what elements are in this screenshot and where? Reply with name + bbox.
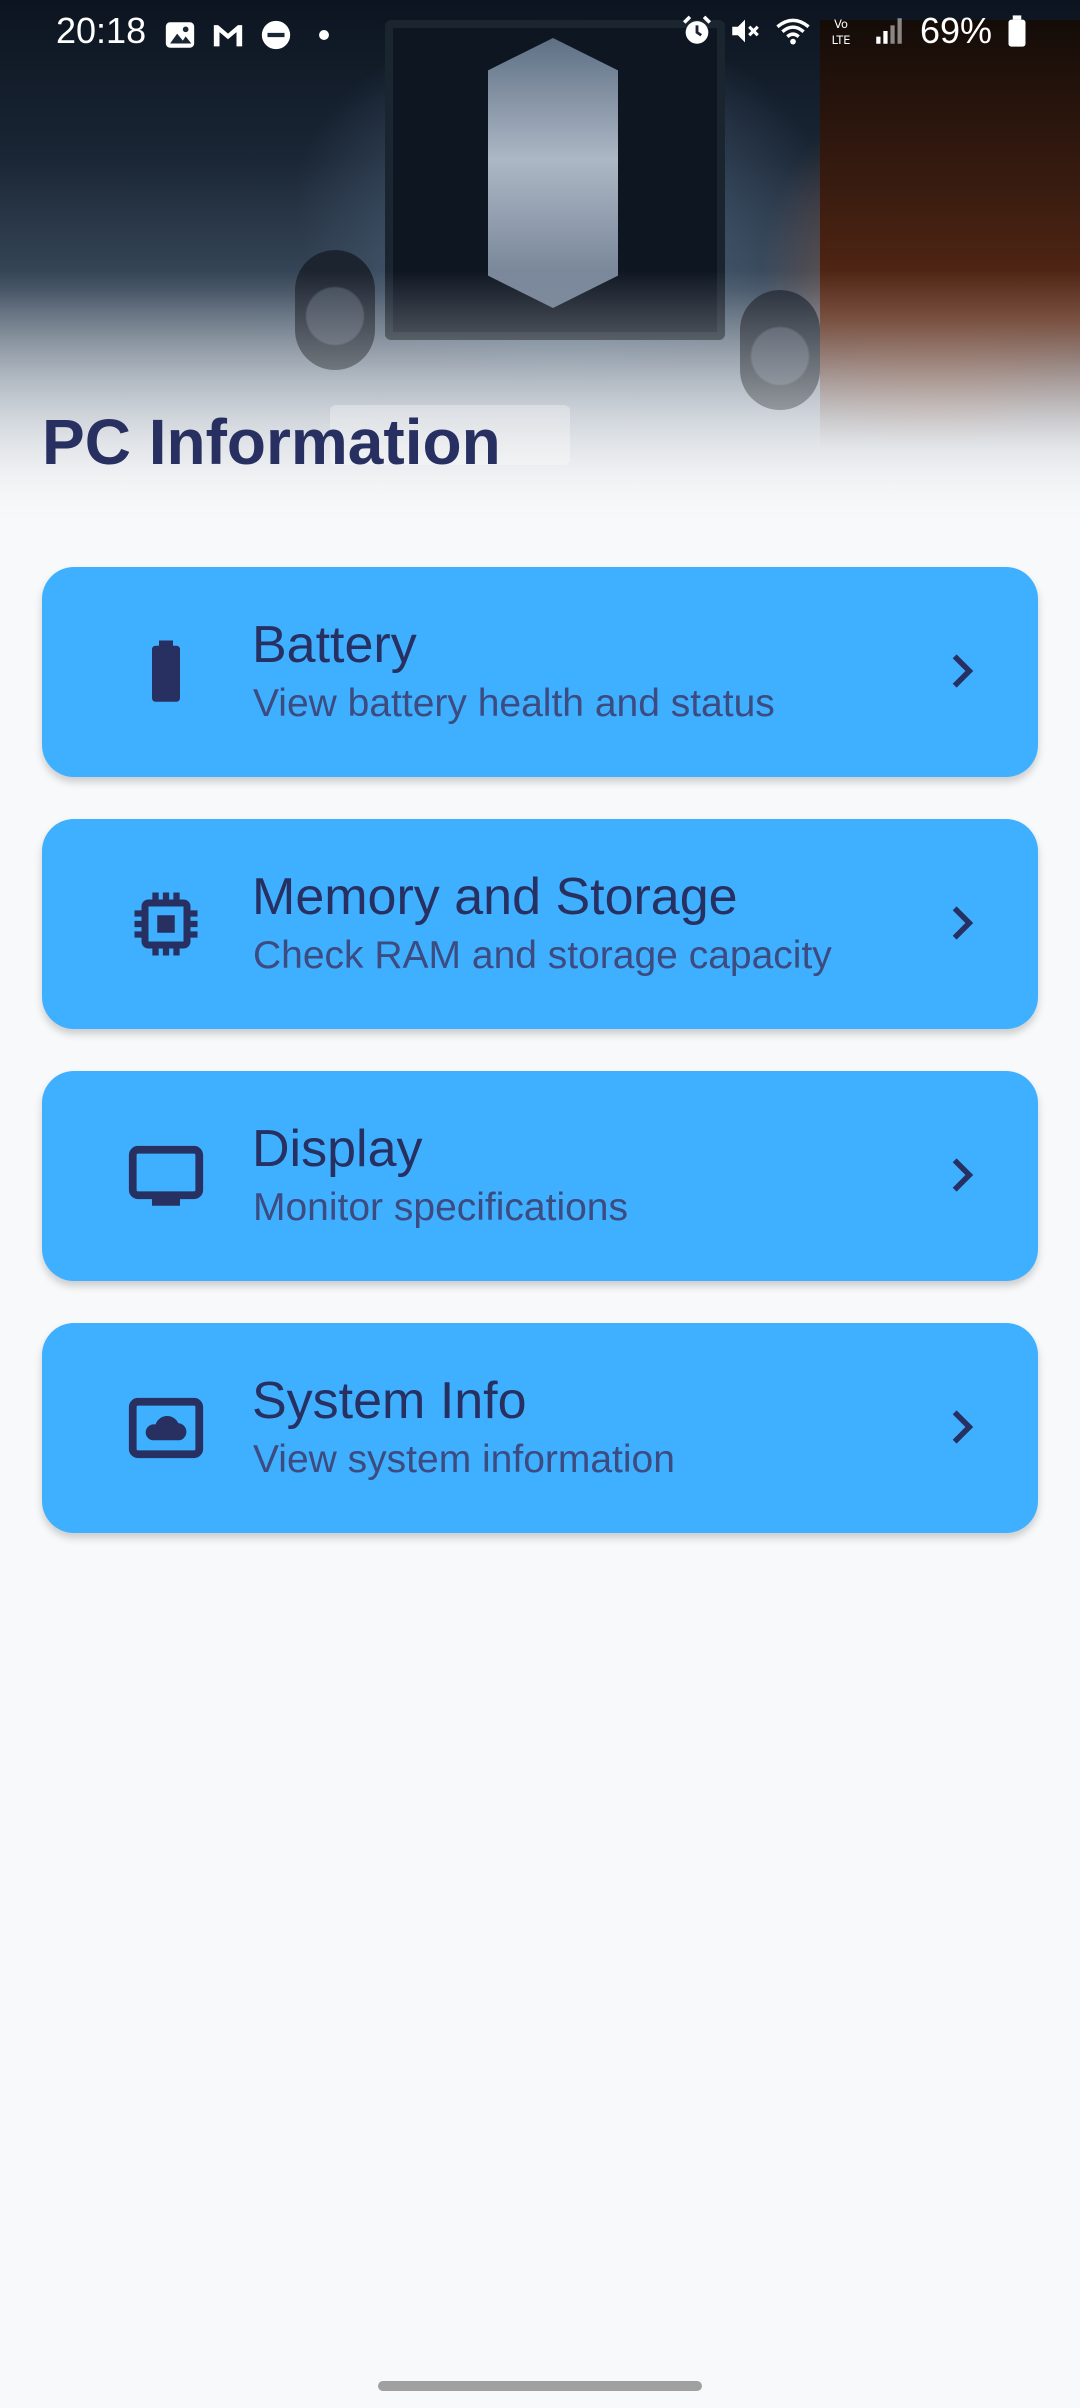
chevron-right-icon (952, 906, 974, 940)
display-card[interactable]: Display Monitor specifications (42, 1071, 1038, 1281)
memory-chip-icon (134, 892, 198, 956)
card-subtitle: View system information (253, 1438, 675, 1481)
card-title: Display (252, 1120, 423, 1178)
do-not-disturb-icon (261, 20, 291, 50)
cloud-screen-icon (128, 1397, 204, 1459)
chevron-right-icon (952, 1158, 974, 1192)
card-title: Battery (252, 616, 417, 674)
battery-percent: 69% (919, 10, 992, 51)
svg-text:Vo: Vo (834, 17, 848, 31)
card-subtitle: Monitor specifications (253, 1186, 628, 1229)
screen: 20:18 Vo LTE 69% PC Information Battery … (0, 0, 1080, 2408)
page-title: PC Information (42, 406, 501, 478)
home-indicator[interactable] (378, 2381, 702, 2391)
chevron-right-icon (952, 1410, 974, 1444)
battery-icon (152, 640, 180, 702)
gmail-notification-icon (213, 25, 243, 47)
alarm-icon (682, 15, 711, 44)
gallery-notification-icon (165, 22, 195, 48)
volte-lte-icon: Vo LTE (832, 17, 851, 47)
wifi-icon (776, 18, 810, 45)
card-title: System Info (252, 1372, 527, 1430)
more-notifications-dot-icon (319, 30, 329, 40)
signal-icon (876, 18, 902, 44)
status-time: 20:18 (56, 10, 147, 51)
battery-card[interactable]: Battery View battery health and status (42, 567, 1038, 777)
card-title: Memory and Storage (252, 868, 738, 926)
chevron-right-icon (952, 654, 974, 688)
svg-text:LTE: LTE (832, 33, 851, 47)
monitor-icon (128, 1145, 204, 1206)
mute-icon (732, 19, 759, 43)
status-battery-icon (1008, 15, 1026, 47)
status-bar: 20:18 Vo LTE 69% (0, 0, 1080, 70)
memory-storage-card[interactable]: Memory and Storage Check RAM and storage… (42, 819, 1038, 1029)
system-info-card[interactable]: System Info View system information (42, 1323, 1038, 1533)
card-subtitle: Check RAM and storage capacity (253, 934, 832, 977)
card-subtitle: View battery health and status (253, 682, 775, 725)
